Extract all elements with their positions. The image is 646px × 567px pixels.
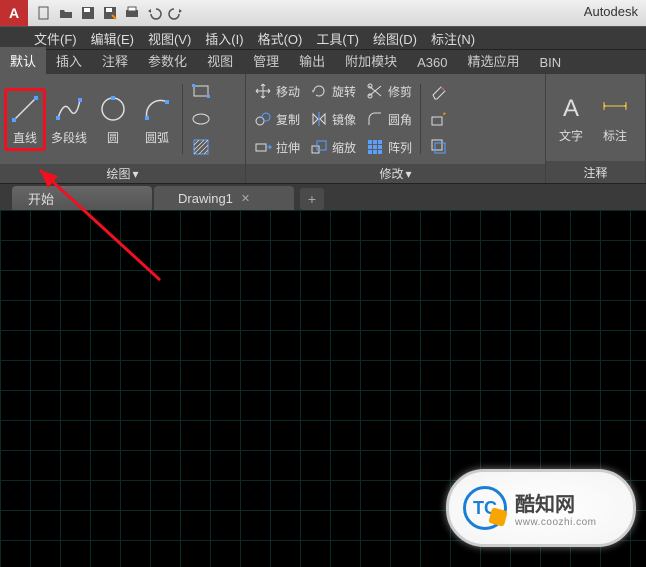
ribbon-tab-a360[interactable]: A360 (407, 51, 457, 74)
watermark-logo-icon: TC (463, 486, 507, 530)
circle-label: 圆 (107, 129, 119, 146)
erase-icon[interactable] (425, 78, 453, 104)
menu-insert[interactable]: 插入(I) (205, 29, 243, 48)
trim-icon (366, 82, 384, 100)
app-logo[interactable]: A (0, 0, 28, 26)
ribbon-tab-featured[interactable]: 精选应用 (458, 47, 530, 74)
scale-icon (310, 138, 328, 156)
title-bar: A Autodesk (0, 0, 646, 26)
panel-modify: 移动 复制 拉伸 旋转 镜像 缩放 修剪 圆角 阵列 修改 ▾ (246, 74, 546, 183)
panel-draw: 直线 多段线 圆 圆弧 绘图 ▾ (0, 74, 246, 183)
open-icon[interactable] (56, 3, 76, 23)
move-button[interactable]: 移动 (250, 78, 304, 104)
line-button[interactable]: 直线 (4, 88, 46, 151)
ribbon-tab-view[interactable]: 视图 (197, 47, 243, 74)
dim-icon (599, 91, 631, 123)
copy-icon (254, 110, 272, 128)
polyline-icon (53, 93, 85, 125)
ribbon-tab-addins[interactable]: 附加模块 (335, 47, 407, 74)
saveas-icon[interactable] (100, 3, 120, 23)
ribbon: 直线 多段线 圆 圆弧 绘图 ▾ (0, 74, 646, 184)
ribbon-tab-annotate[interactable]: 注释 (92, 47, 138, 74)
explode-icon[interactable] (425, 106, 453, 132)
panel-draw-footer[interactable]: 绘图 ▾ (0, 164, 245, 183)
ellipse-icon[interactable] (187, 106, 215, 132)
ribbon-tab-default[interactable]: 默认 (0, 47, 46, 74)
rotate-button[interactable]: 旋转 (306, 78, 360, 104)
trim-button[interactable]: 修剪 (362, 78, 416, 104)
chevron-down-icon: ▾ (132, 167, 138, 181)
svg-text:A: A (563, 95, 579, 122)
fillet-icon (366, 110, 384, 128)
doc-tab-start[interactable]: 开始 (12, 186, 152, 210)
watermark-url: www.coozhi.com (515, 517, 596, 528)
copy-button[interactable]: 复制 (250, 106, 304, 132)
mirror-icon (310, 110, 328, 128)
hatch-icon[interactable] (187, 134, 215, 160)
line-icon (9, 93, 41, 125)
panel-modify-footer[interactable]: 修改 ▾ (246, 164, 545, 183)
scale-button[interactable]: 缩放 (306, 134, 360, 160)
add-tab-button[interactable]: + (300, 188, 324, 210)
move-icon (254, 82, 272, 100)
ribbon-tab-bin[interactable]: BIN (530, 51, 572, 74)
close-icon[interactable]: ✕ (241, 192, 250, 205)
product-name: Autodesk (584, 4, 638, 19)
mirror-button[interactable]: 镜像 (306, 106, 360, 132)
ribbon-tab-insert[interactable]: 插入 (46, 47, 92, 74)
panel-annotation-footer[interactable]: 注释 (546, 161, 645, 183)
polyline-button[interactable]: 多段线 (48, 93, 90, 146)
chevron-down-icon: ▾ (405, 167, 411, 181)
menu-dim[interactable]: 标注(N) (431, 29, 475, 48)
menu-tools[interactable]: 工具(T) (316, 29, 359, 48)
stretch-icon (254, 138, 272, 156)
new-icon[interactable] (34, 3, 54, 23)
array-icon (366, 138, 384, 156)
fillet-button[interactable]: 圆角 (362, 106, 416, 132)
menu-view[interactable]: 视图(V) (148, 29, 191, 48)
document-tabs: 开始 Drawing1✕ + (0, 184, 646, 210)
line-label: 直线 (13, 129, 37, 146)
circle-button[interactable]: 圆 (92, 93, 134, 146)
array-button[interactable]: 阵列 (362, 134, 416, 160)
doc-tab-drawing1[interactable]: Drawing1✕ (154, 186, 294, 210)
text-button[interactable]: A 文字 (550, 91, 592, 144)
menu-file[interactable]: 文件(F) (34, 29, 77, 48)
quick-access-toolbar (34, 3, 186, 23)
text-label: 文字 (559, 127, 583, 144)
arc-button[interactable]: 圆弧 (136, 93, 178, 146)
arc-icon (141, 93, 173, 125)
circle-icon (97, 93, 129, 125)
menu-edit[interactable]: 编辑(E) (91, 29, 134, 48)
offset-icon[interactable] (425, 134, 453, 160)
arc-label: 圆弧 (145, 129, 169, 146)
save-icon[interactable] (78, 3, 98, 23)
text-icon: A (555, 91, 587, 123)
menu-draw[interactable]: 绘图(D) (373, 29, 417, 48)
plot-icon[interactable] (122, 3, 142, 23)
ribbon-tabs: 默认 插入 注释 参数化 视图 管理 输出 附加模块 A360 精选应用 BIN (0, 50, 646, 74)
dim-button[interactable]: 标注 (594, 91, 636, 144)
ribbon-tab-manage[interactable]: 管理 (243, 47, 289, 74)
dim-label: 标注 (603, 127, 627, 144)
ribbon-tab-output[interactable]: 输出 (289, 47, 335, 74)
panel-annotation: A 文字 标注 注释 (546, 74, 646, 183)
rotate-icon (310, 82, 328, 100)
redo-icon[interactable] (166, 3, 186, 23)
polyline-label: 多段线 (51, 129, 87, 146)
ribbon-tab-parametric[interactable]: 参数化 (138, 47, 197, 74)
undo-icon[interactable] (144, 3, 164, 23)
watermark: TC 酷知网 www.coozhi.com (446, 469, 636, 547)
stretch-button[interactable]: 拉伸 (250, 134, 304, 160)
menu-format[interactable]: 格式(O) (258, 29, 303, 48)
watermark-brand: 酷知网 (515, 488, 596, 517)
rect-icon[interactable] (187, 78, 215, 104)
